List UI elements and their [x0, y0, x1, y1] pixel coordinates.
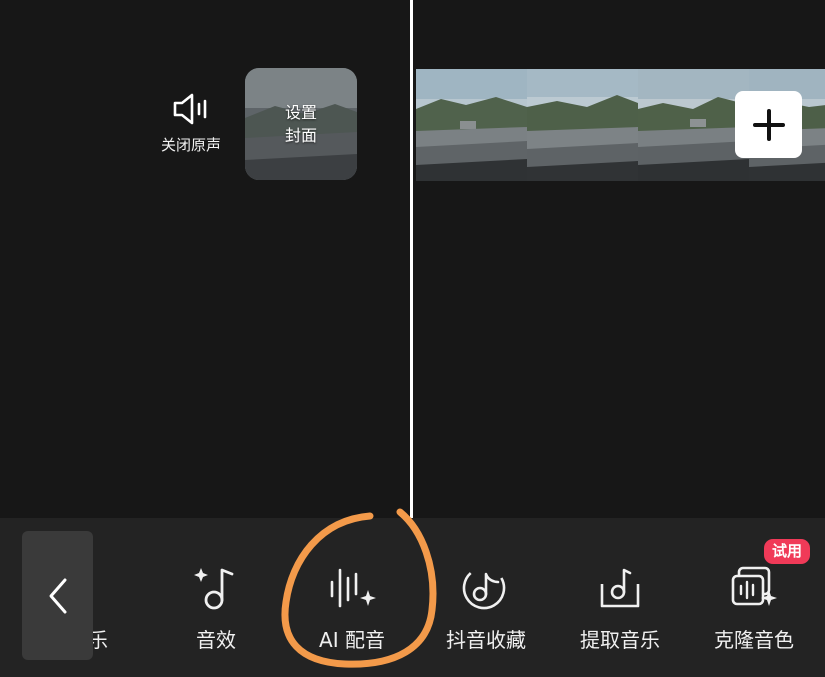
mute-original-sound-button[interactable]: 关闭原声 [150, 92, 232, 162]
timeline-playhead[interactable] [410, 0, 413, 518]
tool-sound-effects-label: 音效 [196, 628, 236, 652]
clip-frame [416, 69, 527, 181]
set-cover-label: 设置 封面 [245, 68, 357, 180]
set-cover-label-line2: 封面 [284, 126, 317, 145]
set-cover-label-line1: 设置 [284, 103, 317, 122]
douyin-music-icon [462, 566, 506, 610]
tool-douyin-favorites-label: 抖音收藏 [446, 628, 526, 652]
trial-badge: 试用 [764, 539, 811, 564]
tool-extract-music-label: 提取音乐 [580, 628, 660, 652]
tool-clone-voice-label: 克隆音色 [714, 628, 794, 652]
clip-frame [638, 69, 749, 181]
set-cover-button[interactable]: 设置 封面 [245, 68, 357, 180]
tool-ai-voiceover[interactable]: AI 配音 [292, 564, 412, 653]
voice-waveform-sparkle-icon [330, 568, 376, 608]
editor-area: 关闭原声 设置 封面 [0, 0, 825, 518]
mute-original-sound-label: 关闭原声 [160, 136, 221, 154]
music-note-sparkle-icon [194, 568, 234, 610]
audio-toolbar: 乐 音效 AI 配音 抖音收藏 提取音乐 克隆音色 试用 [0, 518, 825, 677]
speaker-icon [173, 93, 207, 125]
tool-ai-voiceover-label: AI 配音 [319, 628, 385, 652]
chevron-left-icon [49, 578, 66, 613]
add-clip-button[interactable] [735, 91, 802, 158]
extract-music-icon [600, 568, 640, 608]
tool-sound-effects[interactable]: 音效 [156, 564, 276, 653]
back-button[interactable] [22, 531, 93, 660]
tool-douyin-favorites[interactable]: 抖音收藏 [426, 564, 546, 653]
plus-icon [752, 108, 785, 141]
clone-voice-icon [731, 566, 777, 606]
tool-extract-music[interactable]: 提取音乐 [560, 564, 680, 653]
clip-frame [527, 69, 638, 181]
tool-clone-voice[interactable]: 克隆音色 [694, 564, 814, 653]
